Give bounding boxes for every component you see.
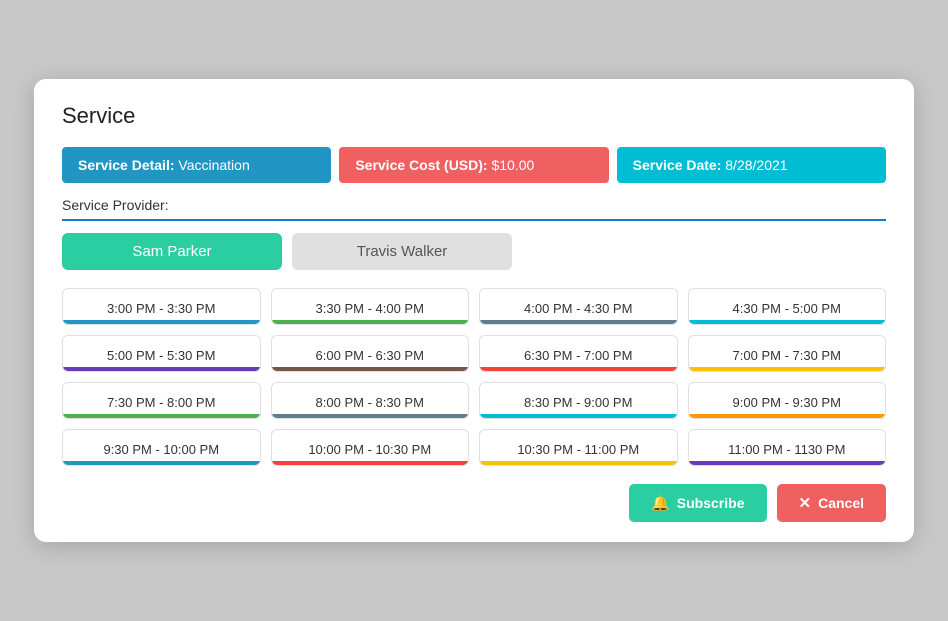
- time-slot-bar-11: [689, 414, 886, 418]
- subscribe-button[interactable]: 🔔 Subscribe: [629, 484, 766, 522]
- time-slot-bar-1: [272, 320, 469, 324]
- time-slot-11[interactable]: 9:00 PM - 9:30 PM: [688, 382, 887, 419]
- subscribe-label: Subscribe: [677, 495, 745, 511]
- info-bar-label-1: Service Cost (USD):: [355, 157, 487, 173]
- cancel-icon: ✕: [799, 494, 812, 512]
- time-slot-4[interactable]: 5:00 PM - 5:30 PM: [62, 335, 261, 372]
- footer-buttons: 🔔 Subscribe ✕ Cancel: [62, 484, 886, 522]
- info-bar-label-0: Service Detail:: [78, 157, 175, 173]
- time-slot-bar-15: [689, 461, 886, 465]
- time-slot-bar-8: [63, 414, 260, 418]
- info-bar-1: Service Cost (USD): $10.00: [339, 147, 608, 183]
- time-slot-12[interactable]: 9:30 PM - 10:00 PM: [62, 429, 261, 466]
- time-slot-bar-10: [480, 414, 677, 418]
- time-slot-15[interactable]: 11:00 PM - 1130 PM: [688, 429, 887, 466]
- time-slot-bar-13: [272, 461, 469, 465]
- time-slot-8[interactable]: 7:30 PM - 8:00 PM: [62, 382, 261, 419]
- time-slot-0[interactable]: 3:00 PM - 3:30 PM: [62, 288, 261, 325]
- time-slot-bar-12: [63, 461, 260, 465]
- time-slot-9[interactable]: 8:00 PM - 8:30 PM: [271, 382, 470, 419]
- time-grid: 3:00 PM - 3:30 PM 3:30 PM - 4:00 PM 4:00 P…: [62, 288, 886, 466]
- time-slot-3[interactable]: 4:30 PM - 5:00 PM: [688, 288, 887, 325]
- provider-tabs: Sam Parker Travis Walker: [62, 233, 886, 270]
- time-slot-bar-3: [689, 320, 886, 324]
- info-bars: Service Detail: VaccinationService Cost …: [62, 147, 886, 183]
- time-slot-14[interactable]: 10:30 PM - 11:00 PM: [479, 429, 678, 466]
- time-slot-10[interactable]: 8:30 PM - 9:00 PM: [479, 382, 678, 419]
- time-slot-bar-2: [480, 320, 677, 324]
- subscribe-icon: 🔔: [651, 494, 670, 512]
- time-slot-label-5: 6:00 PM - 6:30 PM: [316, 348, 424, 363]
- time-slot-label-15: 11:00 PM - 1130 PM: [728, 442, 845, 457]
- time-slot-label-9: 8:00 PM - 8:30 PM: [316, 395, 424, 410]
- info-bar-2: Service Date: 8/28/2021: [617, 147, 886, 183]
- time-slot-5[interactable]: 6:00 PM - 6:30 PM: [271, 335, 470, 372]
- time-slot-6[interactable]: 6:30 PM - 7:00 PM: [479, 335, 678, 372]
- time-slot-1[interactable]: 3:30 PM - 4:00 PM: [271, 288, 470, 325]
- time-slot-bar-4: [63, 367, 260, 371]
- time-slot-bar-6: [480, 367, 677, 371]
- cancel-label: Cancel: [818, 495, 864, 511]
- time-slot-label-14: 10:30 PM - 11:00 PM: [517, 442, 639, 457]
- time-slot-label-2: 4:00 PM - 4:30 PM: [524, 301, 632, 316]
- time-slot-label-6: 6:30 PM - 7:00 PM: [524, 348, 632, 363]
- time-slot-2[interactable]: 4:00 PM - 4:30 PM: [479, 288, 678, 325]
- provider-tab-1[interactable]: Travis Walker: [292, 233, 512, 270]
- time-slot-label-0: 3:00 PM - 3:30 PM: [107, 301, 215, 316]
- time-slot-label-3: 4:30 PM - 5:00 PM: [733, 301, 841, 316]
- time-slot-label-4: 5:00 PM - 5:30 PM: [107, 348, 215, 363]
- info-bar-0: Service Detail: Vaccination: [62, 147, 331, 183]
- time-slot-label-7: 7:00 PM - 7:30 PM: [733, 348, 841, 363]
- provider-tab-0[interactable]: Sam Parker: [62, 233, 282, 270]
- info-bar-value-0: Vaccination: [178, 157, 249, 173]
- time-slot-label-12: 9:30 PM - 10:00 PM: [103, 442, 219, 457]
- time-slot-bar-14: [480, 461, 677, 465]
- time-slot-13[interactable]: 10:00 PM - 10:30 PM: [271, 429, 470, 466]
- info-bar-value-1: $10.00: [491, 157, 534, 173]
- info-bar-value-2: 8/28/2021: [725, 157, 787, 173]
- provider-label: Service Provider:: [62, 197, 886, 213]
- time-slot-label-13: 10:00 PM - 10:30 PM: [308, 442, 431, 457]
- time-slot-bar-5: [272, 367, 469, 371]
- time-slot-bar-7: [689, 367, 886, 371]
- time-slot-label-11: 9:00 PM - 9:30 PM: [733, 395, 841, 410]
- time-slot-label-8: 7:30 PM - 8:00 PM: [107, 395, 215, 410]
- info-bar-label-2: Service Date:: [633, 157, 722, 173]
- time-slot-bar-9: [272, 414, 469, 418]
- time-slot-bar-0: [63, 320, 260, 324]
- cancel-button[interactable]: ✕ Cancel: [777, 484, 887, 522]
- service-modal: Service Service Detail: VaccinationServi…: [34, 79, 914, 542]
- provider-section: Service Provider: Sam Parker Travis Walke…: [62, 197, 886, 270]
- time-slot-7[interactable]: 7:00 PM - 7:30 PM: [688, 335, 887, 372]
- time-slot-label-10: 8:30 PM - 9:00 PM: [524, 395, 632, 410]
- time-slot-label-1: 3:30 PM - 4:00 PM: [316, 301, 424, 316]
- modal-title: Service: [62, 103, 886, 129]
